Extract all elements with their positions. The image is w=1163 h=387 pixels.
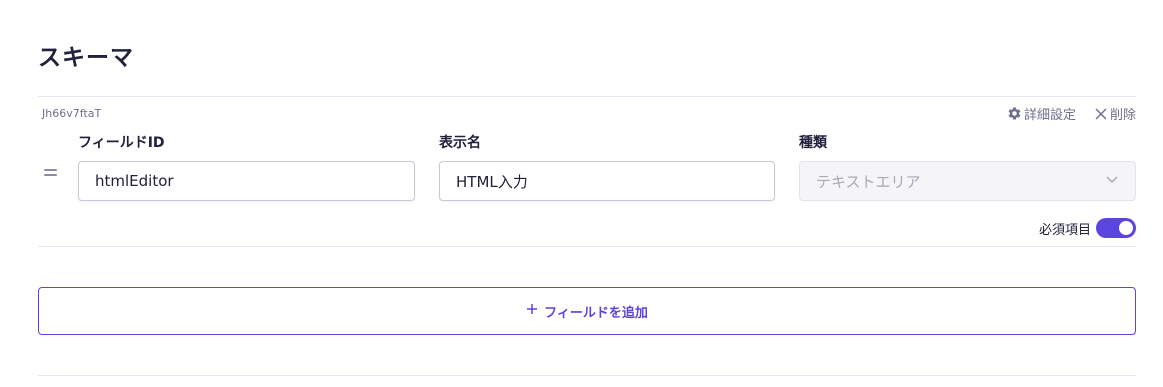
field-hash-id: Jh66v7ftaT <box>42 107 102 120</box>
kind-select-value: テキストエリア <box>816 172 921 191</box>
schema-page: スキーマ Jh66v7ftaT 詳細設定 削除 フィールドID htmlEdit… <box>0 0 1163 387</box>
details-label: 詳細設定 <box>1023 108 1076 123</box>
gear-icon <box>1007 106 1022 121</box>
add-field-label: フィールドを追加 <box>544 305 648 321</box>
close-icon <box>1094 107 1108 121</box>
details-button[interactable]: 詳細設定 <box>1007 104 1076 123</box>
drag-handle-icon[interactable] <box>44 169 57 177</box>
divider-field-bottom <box>38 246 1136 247</box>
delete-button[interactable]: 削除 <box>1094 104 1136 123</box>
field-actions: 詳細設定 削除 <box>1007 104 1136 123</box>
kind-label: 種類 <box>799 135 827 151</box>
divider-top <box>38 96 1136 97</box>
display-name-input[interactable]: HTML入力 <box>439 161 775 201</box>
display-name-label: 表示名 <box>439 135 481 151</box>
divider-bottom <box>38 375 1136 376</box>
field-id-input[interactable]: htmlEditor <box>78 161 415 201</box>
field-id-label: フィールドID <box>78 135 165 151</box>
add-field-button[interactable]: フィールドを追加 <box>38 287 1136 335</box>
chevron-down-icon <box>1105 172 1119 190</box>
plus-icon <box>526 303 538 319</box>
required-row: 必須項目 <box>1039 218 1136 238</box>
toggle-knob <box>1119 221 1133 235</box>
kind-select[interactable]: テキストエリア <box>799 161 1136 201</box>
delete-label: 削除 <box>1109 108 1136 123</box>
required-toggle[interactable] <box>1096 218 1136 238</box>
page-title: スキーマ <box>38 45 134 71</box>
required-label: 必須項目 <box>1038 222 1091 238</box>
